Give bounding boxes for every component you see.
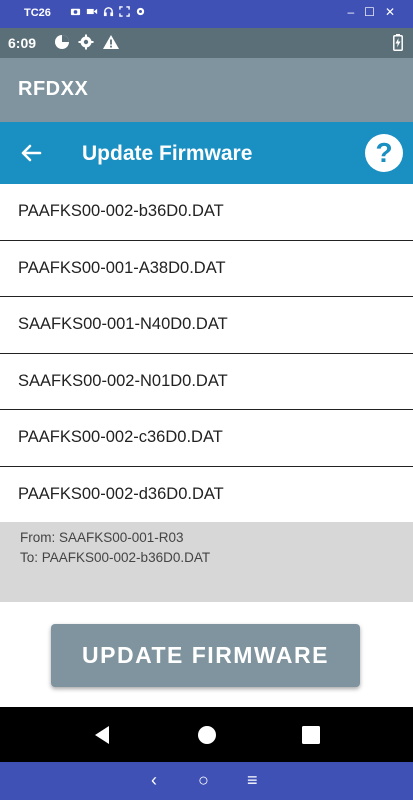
to-version: To: PAAFKS00-002-b36D0.DAT <box>20 550 211 565</box>
list-item[interactable]: SAAFKS00-002-N01D0.DAT <box>0 354 413 410</box>
list-item[interactable]: PAAFKS00-002-c36D0.DAT <box>0 410 413 467</box>
list-item[interactable]: PAAFKS00-002-b36D0.DAT <box>0 184 413 241</box>
emulator-home-icon[interactable]: ○ <box>198 770 209 791</box>
list-item[interactable]: PAAFKS00-002-d36D0.DAT <box>0 467 413 524</box>
page-title: Update Firmware <box>82 142 253 165</box>
data-saver-icon <box>55 35 69 49</box>
emulator-title-bar: TC26 – ☐ ✕ <box>0 0 413 28</box>
back-button[interactable] <box>14 137 48 169</box>
status-icons <box>54 34 120 50</box>
warning-icon <box>103 35 119 49</box>
emulator-nav-bar: ‹ ○ ≡ <box>0 762 413 800</box>
android-navigation-bar <box>0 707 413 762</box>
status-bar: 6:09 <box>0 28 413 58</box>
firmware-file-list: PAAFKS00-002-b36D0.DAT PAAFKS00-001-A38D… <box>0 184 413 523</box>
window-controls: – ☐ ✕ <box>347 5 395 19</box>
arrow-back-icon <box>21 144 42 162</box>
help-icon: ? <box>375 137 393 168</box>
home-circle-icon[interactable] <box>195 723 219 747</box>
minimize-icon[interactable]: – <box>347 5 354 19</box>
headset-icon[interactable] <box>103 6 114 17</box>
list-item[interactable]: PAAFKS00-001-A38D0.DAT <box>0 241 413 297</box>
camera-icon[interactable] <box>70 6 81 17</box>
toolbar: Update Firmware ? <box>0 122 413 184</box>
emulator-back-icon[interactable]: ‹ <box>151 770 157 791</box>
status-time: 6:09 <box>8 35 37 51</box>
emulator-menu-icon[interactable]: ≡ <box>247 770 258 791</box>
emulator-toolbar-icons <box>70 6 146 17</box>
close-icon[interactable]: ✕ <box>385 5 395 19</box>
help-button[interactable]: ? <box>365 134 403 172</box>
recents-square-icon[interactable] <box>299 723 323 747</box>
back-triangle-icon[interactable] <box>91 723 115 747</box>
app-bar: RFDXX <box>0 58 413 122</box>
settings-icon[interactable] <box>135 6 146 17</box>
maximize-icon[interactable]: ☐ <box>364 5 375 19</box>
firmware-info-panel: From: SAAFKS00-001-R03 To: PAAFKS00-002-… <box>0 522 413 602</box>
video-icon[interactable] <box>86 6 98 17</box>
update-firmware-button[interactable]: UPDATE FIRMWARE <box>51 624 360 687</box>
emulator-title: TC26 <box>24 7 51 19</box>
battery-charging-icon <box>393 34 403 51</box>
fullscreen-icon[interactable] <box>119 6 130 17</box>
from-version: From: SAAFKS00-001-R03 <box>20 530 184 545</box>
list-item[interactable]: SAAFKS00-001-N40D0.DAT <box>0 297 413 354</box>
settings-icon <box>78 34 94 50</box>
app-title: RFDXX <box>18 78 89 100</box>
